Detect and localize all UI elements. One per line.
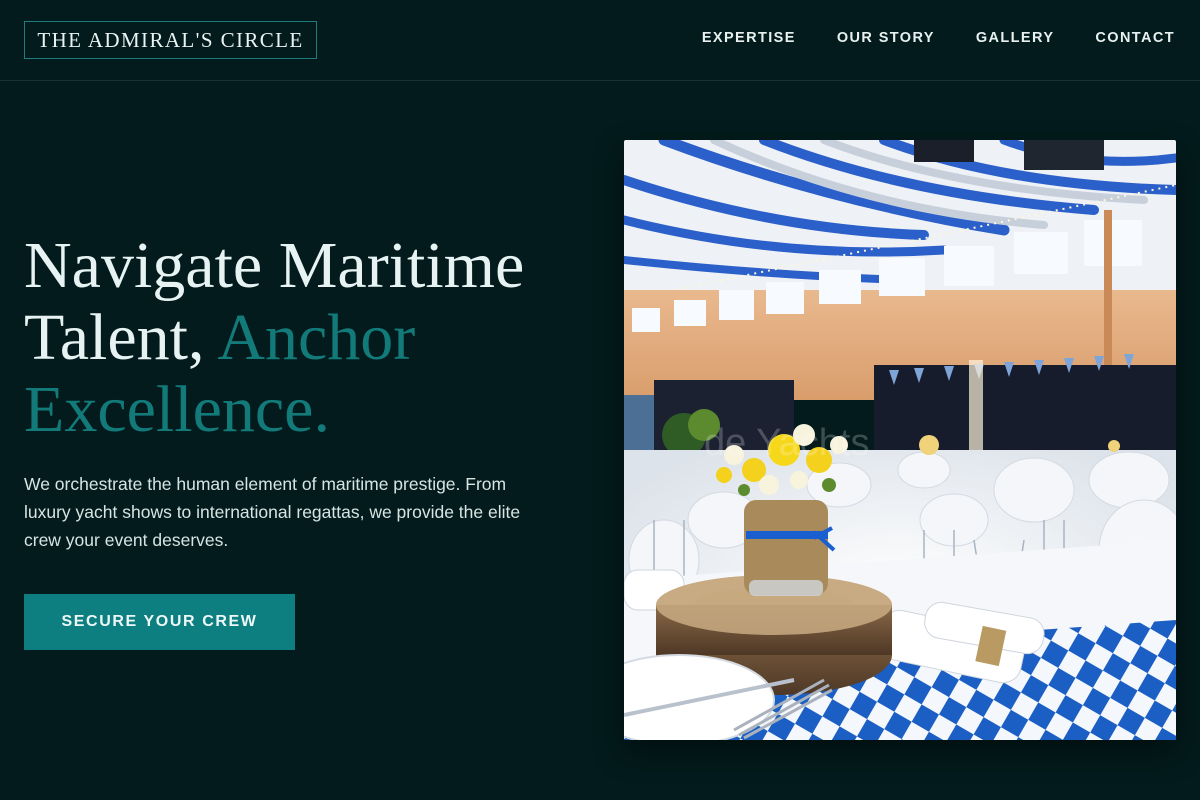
site-header: THE ADMIRAL'S CIRCLE EXPERTISE OUR STORY… — [0, 0, 1200, 81]
hero-description: We orchestrate the human element of mari… — [24, 474, 521, 550]
nav-link-our-story[interactable]: OUR STORY — [837, 29, 935, 47]
hero-title-accent-anchor: Anchor — [217, 301, 416, 374]
nav-link-gallery[interactable]: GALLERY — [976, 29, 1055, 47]
hero-title-line1: Navigate Maritime — [24, 229, 525, 302]
hero-title-accent-excellence: Excellence. — [24, 373, 330, 446]
nav-link-contact[interactable]: CONTACT — [1095, 29, 1175, 47]
main-nav: EXPERTISE OUR STORY GALLERY CONTACT — [702, 29, 1175, 47]
event-photo-illustration: de Yachts — [624, 140, 1176, 740]
secure-your-crew-button[interactable]: SECURE YOUR CREW — [24, 594, 295, 650]
photo-watermark: de Yachts — [704, 422, 870, 464]
hero-title: Navigate Maritime Talent, Anchor Excelle… — [24, 230, 604, 446]
hero-title-line2: Talent, — [24, 301, 218, 374]
brand-logo[interactable]: THE ADMIRAL'S CIRCLE — [24, 21, 317, 59]
nav-link-expertise[interactable]: EXPERTISE — [702, 29, 796, 47]
event-photo: de Yachts — [624, 140, 1176, 740]
